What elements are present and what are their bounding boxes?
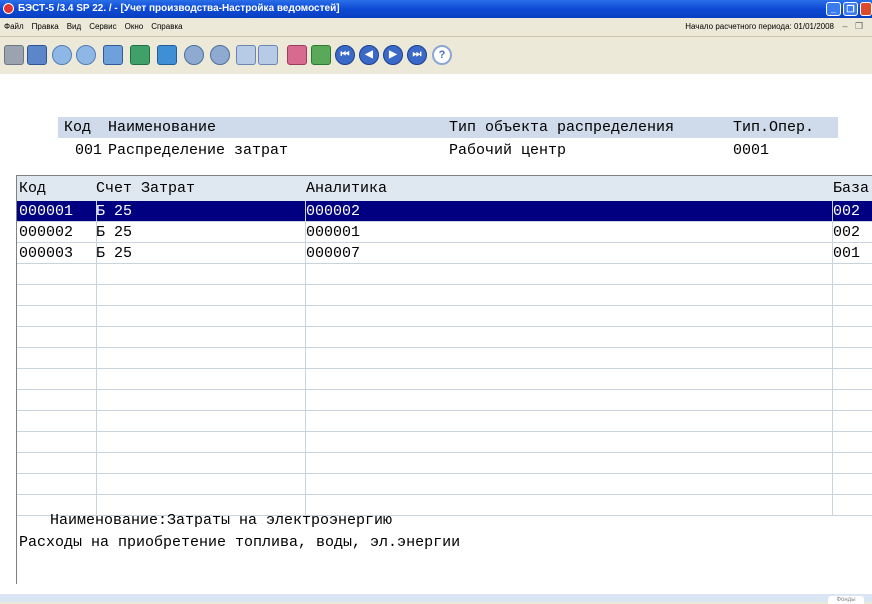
close-icon[interactable] [860,2,872,16]
tool-icon-1[interactable] [52,45,72,65]
menu-bar: Файл Правка Вид Сервис Окно Справка Начало ра… [0,18,872,37]
status-bar [0,594,872,602]
mdi-minimize-icon[interactable]: – [840,21,850,31]
empty-row[interactable] [17,327,872,348]
open-icon[interactable] [27,45,47,65]
title-bar: БЭСТ-5 /3.4 SP 22. / - [Учет производств… [0,0,872,18]
menu-edit[interactable]: Правка [28,18,63,36]
empty-row[interactable] [17,348,872,369]
status-bubble: Фонды [828,596,864,604]
empty-row[interactable] [17,390,872,411]
sort-icon[interactable] [311,45,331,65]
cell-baza: 002 [833,224,861,241]
paste-icon[interactable] [210,45,230,65]
exit-icon[interactable] [4,45,24,65]
cell-kod: 000003 [19,245,74,262]
menu-service[interactable]: Сервис [85,18,120,36]
tool-icon-2[interactable] [76,45,96,65]
prev-record-icon[interactable]: ◀ [359,45,379,65]
grid-col-baza[interactable]: База [833,178,869,199]
column-divider [96,201,97,516]
cell-analitika: 000002 [306,203,361,220]
data-grid: Код Счет Затрат Аналитика База 000001 Б … [16,175,872,584]
header-col-kod: Код [64,119,92,136]
table-row[interactable]: 000002 Б 25 000001 002 [17,222,872,243]
grid-col-analitika[interactable]: Аналитика [306,178,387,199]
filter-dropdown-icon[interactable] [258,45,278,65]
empty-row[interactable] [17,474,872,495]
last-record-icon[interactable]: ⏭ [407,45,427,65]
grid-header: Код Счет Затрат Аналитика База [17,176,872,201]
header-col-type: Тип объекта распределения [449,119,675,136]
cell-kod: 000001 [19,203,74,220]
menu-window[interactable]: Окно [121,18,148,36]
toolbar: ⏮ ◀ ▶ ⏭ ? [0,37,872,73]
empty-row[interactable] [17,369,872,390]
menu-help[interactable]: Справка [147,18,186,36]
delete-record-icon[interactable] [157,45,177,65]
clear-filter-icon[interactable] [287,45,307,65]
empty-row[interactable] [17,411,872,432]
window-title: БЭСТ-5 /3.4 SP 22. / - [Учет производств… [18,3,340,14]
empty-row[interactable] [17,285,872,306]
column-divider [305,201,306,516]
empty-row[interactable] [17,453,872,474]
next-record-icon[interactable]: ▶ [383,45,403,65]
empty-row[interactable] [17,432,872,453]
header-kod-value[interactable]: 001 [75,140,102,161]
mdi-restore-icon[interactable]: ❐ [854,21,864,31]
header-col-name: Наименование [108,119,217,136]
copy-icon[interactable] [184,45,204,65]
grid-col-kod[interactable]: Код [19,178,46,199]
help-icon[interactable]: ? [432,45,452,65]
table-row[interactable]: 000003 Б 25 000007 001 [17,243,872,264]
empty-row[interactable] [17,264,872,285]
footer-description-line: Расходы на приобретение топлива, воды, э… [19,534,461,551]
period-label: Начало расчетного периода: 01/01/2008 [685,22,834,31]
header-name-value[interactable]: Распределение затрат [108,140,288,161]
table-row[interactable]: 000001 Б 25 000002 002 [17,201,872,222]
app-icon [3,3,14,14]
cell-baza: 001 [833,245,861,262]
cell-schet: Б 25 [96,224,133,241]
cell-baza: 002 [833,203,861,220]
cell-schet: Б 25 [96,245,133,262]
cell-analitika: 000001 [306,224,361,241]
menu-file[interactable]: Файл [0,18,28,36]
first-record-icon[interactable]: ⏮ [335,45,355,65]
cell-kod: 000002 [19,224,74,241]
restore-icon[interactable]: ❐ [843,2,858,16]
menu-view[interactable]: Вид [63,18,85,36]
minimize-icon[interactable]: _ [826,2,841,16]
cell-analitika: 000007 [306,245,361,262]
header-col-oper: Тип.Опер. [733,119,815,136]
cell-schet: Б 25 [96,203,133,220]
empty-row[interactable] [17,306,872,327]
grid-col-schet[interactable]: Счет Затрат [96,178,195,199]
filter-icon[interactable] [236,45,256,65]
edit-icon[interactable] [103,45,123,65]
main-panel: Код Наименование Тип объекта распределен… [0,74,872,594]
header-type-value[interactable]: Рабочий центр [449,140,566,161]
header-oper-value[interactable]: 0001 [733,140,769,161]
column-divider [832,201,833,516]
add-record-icon[interactable] [130,45,150,65]
footer-name-line: Наименование:Затраты на электроэнергию [50,512,393,529]
